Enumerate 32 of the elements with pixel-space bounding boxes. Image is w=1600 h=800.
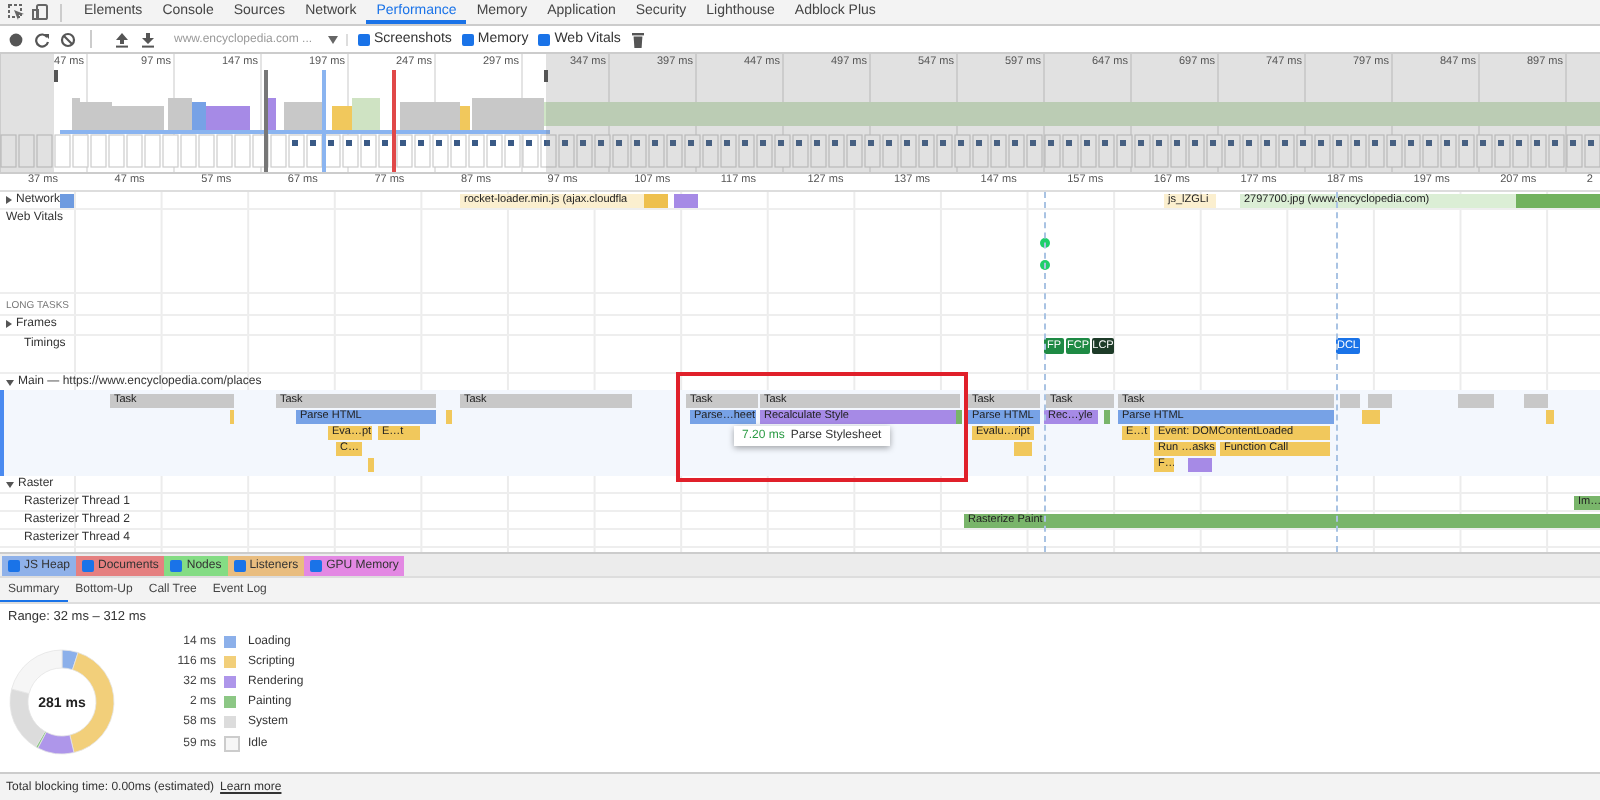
expand-arrow-icon[interactable]	[6, 320, 12, 328]
event-bar[interactable]	[1188, 458, 1212, 472]
time-marker-line	[392, 70, 395, 172]
clear-icon[interactable]	[60, 31, 76, 47]
event-bar[interactable]	[1362, 410, 1380, 424]
network-request-bar[interactable]	[674, 194, 698, 208]
range-handle[interactable]	[54, 70, 57, 82]
range-handle[interactable]	[544, 70, 547, 82]
download-icon[interactable]	[140, 31, 156, 47]
device-icon[interactable]	[32, 4, 48, 20]
task-bar[interactable]	[1524, 394, 1548, 408]
task-bar[interactable]	[1368, 394, 1392, 408]
task-bar[interactable]	[1340, 394, 1360, 408]
event-bar[interactable]	[956, 410, 962, 424]
event-bar[interactable]	[1104, 410, 1110, 424]
event-bar[interactable]	[368, 458, 374, 472]
dimmed-overlay	[0, 54, 54, 172]
upload-icon[interactable]	[114, 31, 130, 47]
event-bar[interactable]	[1014, 442, 1032, 456]
reload-icon[interactable]	[34, 31, 50, 47]
time-marker-line	[264, 70, 267, 172]
network-request-bar[interactable]	[60, 194, 74, 208]
expand-arrow-icon[interactable]	[6, 481, 14, 487]
caret-icon	[328, 35, 338, 43]
record-icon[interactable]	[8, 31, 24, 47]
time-marker-line	[322, 70, 325, 172]
expand-arrow-icon[interactable]	[6, 196, 12, 204]
trash-icon[interactable]	[630, 31, 647, 47]
inspect-icon[interactable]	[8, 4, 24, 20]
task-bar[interactable]	[1458, 394, 1494, 408]
event-bar[interactable]	[1546, 410, 1554, 424]
event-bar[interactable]	[446, 410, 452, 424]
